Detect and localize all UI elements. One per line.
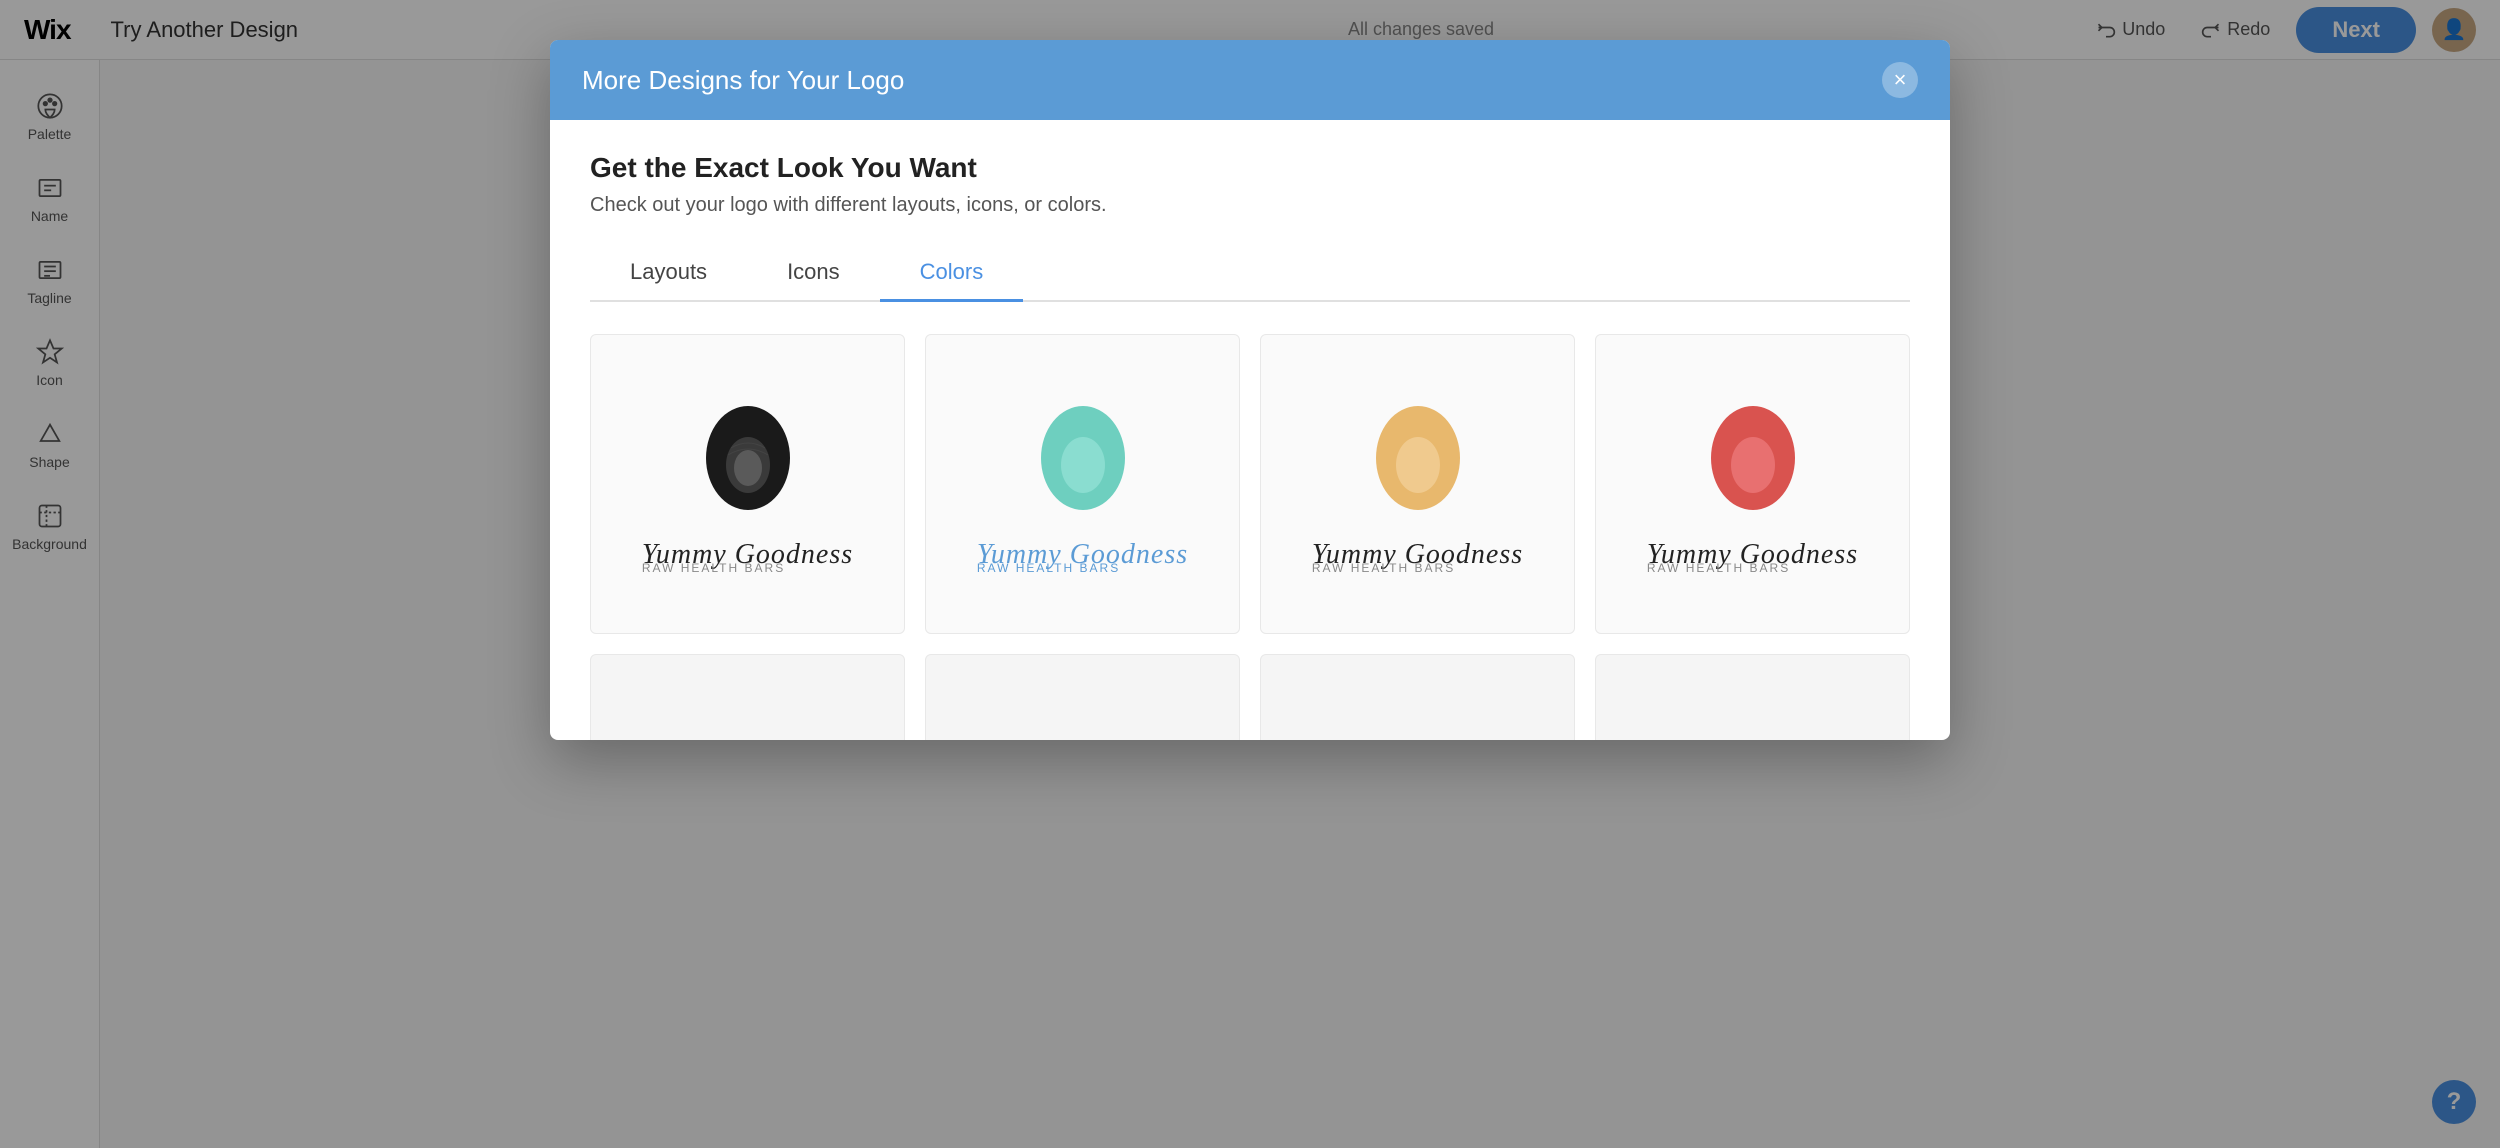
logo-card-black[interactable]: Yummy Goodness Raw Health Bars — [590, 334, 905, 634]
logo-card-amber[interactable]: Yummy Goodness Raw Health Bars — [1260, 334, 1575, 634]
logo-name-amber: Yummy Goodness Raw Health Bars — [1312, 539, 1523, 575]
logo-name-black: Yummy Goodness Raw Health Bars — [642, 539, 853, 575]
logo-card-inner-black: Yummy Goodness Raw Health Bars — [642, 393, 853, 575]
logo-card-empty-3[interactable] — [1260, 654, 1575, 740]
logo-grid-row2 — [590, 654, 1910, 740]
avocado-blob-teal — [1028, 393, 1138, 523]
modal-header: More Designs for Your Logo × — [550, 40, 1950, 120]
tabs-container: Layouts Icons Colors — [590, 245, 1910, 302]
modal-body: Get the Exact Look You Want Check out yo… — [550, 120, 1950, 740]
tab-icons[interactable]: Icons — [747, 245, 880, 302]
avocado-blob-black — [693, 393, 803, 523]
logo-card-empty-2[interactable] — [925, 654, 1240, 740]
logo-card-inner-red: Yummy Goodness Raw Health Bars — [1647, 393, 1858, 575]
avocado-blob-amber — [1363, 393, 1473, 523]
logo-card-empty-4[interactable] — [1595, 654, 1910, 740]
tab-layouts[interactable]: Layouts — [590, 245, 747, 302]
avocado-blob-red — [1698, 393, 1808, 523]
logo-card-empty-1[interactable] — [590, 654, 905, 740]
logo-grid: Yummy Goodness Raw Health Bars Yummy Goo — [590, 334, 1910, 634]
modal-close-button[interactable]: × — [1882, 62, 1918, 98]
tab-colors[interactable]: Colors — [880, 245, 1024, 302]
logo-name-red: Yummy Goodness Raw Health Bars — [1647, 539, 1858, 575]
modal-overlay[interactable]: More Designs for Your Logo × Get the Exa… — [0, 0, 2500, 1148]
modal: More Designs for Your Logo × Get the Exa… — [550, 40, 1950, 740]
modal-title: More Designs for Your Logo — [582, 65, 904, 96]
logo-card-red[interactable]: Yummy Goodness Raw Health Bars — [1595, 334, 1910, 634]
modal-subheading: Check out your logo with different layou… — [590, 194, 1910, 217]
logo-card-inner-teal: Yummy Goodness Raw Health Bars — [977, 393, 1188, 575]
logo-name-teal: Yummy Goodness Raw Health Bars — [977, 539, 1188, 575]
logo-card-inner-amber: Yummy Goodness Raw Health Bars — [1312, 393, 1523, 575]
modal-heading: Get the Exact Look You Want — [590, 152, 1910, 184]
logo-card-teal[interactable]: Yummy Goodness Raw Health Bars — [925, 334, 1240, 634]
